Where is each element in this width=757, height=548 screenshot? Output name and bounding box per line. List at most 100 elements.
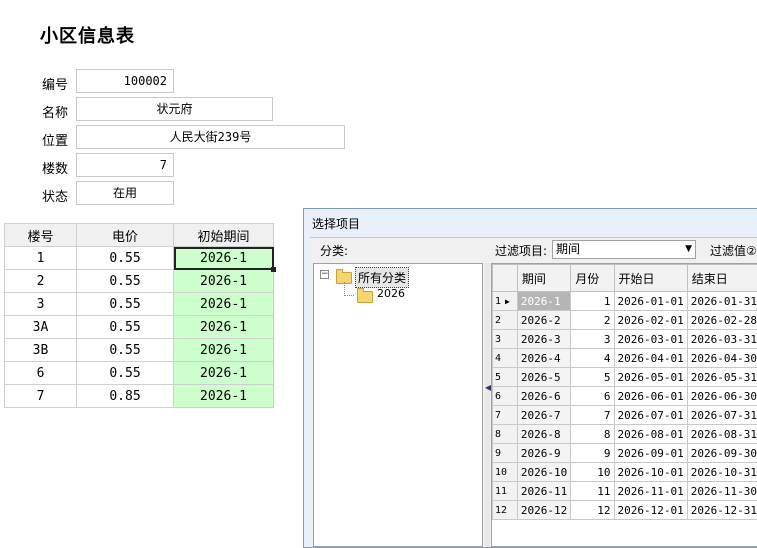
cell-price[interactable]: 0.55 xyxy=(77,362,174,385)
table-row[interactable]: 6 0.55 2026-1 xyxy=(5,362,274,385)
cell-end-date[interactable]: 2026-11-30 xyxy=(687,482,757,501)
table-row[interactable]: 2 0.55 2026-1 xyxy=(5,270,274,293)
cell-building-no[interactable]: 7 xyxy=(5,385,77,408)
table-row[interactable]: 8 2026-8 8 2026-08-01 2026-08-31 xyxy=(493,425,757,444)
table-row[interactable]: 9 2026-9 9 2026-09-01 2026-09-30 xyxy=(493,444,757,463)
cell-price[interactable]: 0.85 xyxy=(77,385,174,408)
cell-end-date[interactable]: 2026-09-30 xyxy=(687,444,757,463)
cell-start-date[interactable]: 2026-11-01 xyxy=(614,482,687,501)
cell-price[interactable]: 0.55 xyxy=(77,316,174,339)
table-row[interactable]: 1▶ 2026-1 1 2026-01-01 2026-01-31 xyxy=(493,292,757,311)
table-row[interactable]: 4 2026-4 4 2026-04-01 2026-04-30 xyxy=(493,349,757,368)
cell-end-date[interactable]: 2026-01-31 xyxy=(687,292,757,311)
cell-start-date[interactable]: 2026-05-01 xyxy=(614,368,687,387)
cell-building-no[interactable]: 1 xyxy=(5,247,77,270)
cell-period[interactable]: 2026-6 xyxy=(517,387,570,406)
table-row[interactable]: 6 2026-6 6 2026-06-01 2026-06-30 xyxy=(493,387,757,406)
cell-price[interactable]: 0.55 xyxy=(77,270,174,293)
tree-node-2026[interactable]: 2026 xyxy=(377,287,405,300)
number-field[interactable]: 100002 xyxy=(76,69,174,93)
cell-building-no[interactable]: 3A xyxy=(5,316,77,339)
cell-start-date[interactable]: 2026-08-01 xyxy=(614,425,687,444)
cell-building-no[interactable]: 3B xyxy=(5,339,77,362)
cell-initial-period[interactable]: 2026-1 xyxy=(174,247,274,270)
cell-price[interactable]: 0.55 xyxy=(77,247,174,270)
cell-end-date[interactable]: 2026-04-30 xyxy=(687,349,757,368)
cell-start-date[interactable]: 2026-02-01 xyxy=(614,311,687,330)
col-header-price[interactable]: 电价 xyxy=(77,224,174,247)
cell-initial-period[interactable]: 2026-1 xyxy=(174,385,274,408)
col-header-building-no[interactable]: 楼号 xyxy=(5,224,77,247)
cell-month[interactable]: 11 xyxy=(571,482,614,501)
cell-start-date[interactable]: 2026-10-01 xyxy=(614,463,687,482)
cell-period[interactable]: 2026-5 xyxy=(517,368,570,387)
cell-period[interactable]: 2026-10 xyxy=(517,463,570,482)
cell-end-date[interactable]: 2026-07-31 xyxy=(687,406,757,425)
cell-building-no[interactable]: 6 xyxy=(5,362,77,385)
table-row[interactable]: 7 0.85 2026-1 xyxy=(5,385,274,408)
cell-month[interactable]: 8 xyxy=(571,425,614,444)
cell-month[interactable]: 10 xyxy=(571,463,614,482)
cell-start-date[interactable]: 2026-03-01 xyxy=(614,330,687,349)
location-field[interactable]: 人民大街239号 xyxy=(76,125,345,149)
cell-initial-period[interactable]: 2026-1 xyxy=(174,270,274,293)
cell-start-date[interactable]: 2026-09-01 xyxy=(614,444,687,463)
cell-period[interactable]: 2026-1 xyxy=(517,292,570,311)
cell-initial-period[interactable]: 2026-1 xyxy=(174,339,274,362)
col-header-month[interactable]: 月份 xyxy=(571,265,614,292)
filter-item-dropdown[interactable]: 期间 ▼ xyxy=(552,240,696,259)
col-header-start-date[interactable]: 开始日 xyxy=(614,265,687,292)
cell-start-date[interactable]: 2026-12-01 xyxy=(614,501,687,520)
cell-end-date[interactable]: 2026-12-31 xyxy=(687,501,757,520)
name-field[interactable]: 状元府 xyxy=(76,97,273,121)
table-row[interactable]: 3 2026-3 3 2026-03-01 2026-03-31 xyxy=(493,330,757,349)
cell-building-no[interactable]: 3 xyxy=(5,293,77,316)
cell-month[interactable]: 12 xyxy=(571,501,614,520)
cell-end-date[interactable]: 2026-10-31 xyxy=(687,463,757,482)
cell-month[interactable]: 3 xyxy=(571,330,614,349)
cell-price[interactable]: 0.55 xyxy=(77,293,174,316)
table-row[interactable]: 3 0.55 2026-1 xyxy=(5,293,274,316)
table-row[interactable]: 7 2026-7 7 2026-07-01 2026-07-31 xyxy=(493,406,757,425)
table-row[interactable]: 2 2026-2 2 2026-02-01 2026-02-28 xyxy=(493,311,757,330)
cell-building-no[interactable]: 2 xyxy=(5,270,77,293)
cell-end-date[interactable]: 2026-08-31 xyxy=(687,425,757,444)
cell-initial-period[interactable]: 2026-1 xyxy=(174,362,274,385)
table-row[interactable]: 10 2026-10 10 2026-10-01 2026-10-31 xyxy=(493,463,757,482)
cell-period[interactable]: 2026-12 xyxy=(517,501,570,520)
cell-month[interactable]: 4 xyxy=(571,349,614,368)
cell-period[interactable]: 2026-4 xyxy=(517,349,570,368)
cell-start-date[interactable]: 2026-01-01 xyxy=(614,292,687,311)
cell-end-date[interactable]: 2026-06-30 xyxy=(687,387,757,406)
building-count-field[interactable]: 7 xyxy=(76,153,174,177)
table-row[interactable]: 1 0.55 2026-1 xyxy=(5,247,274,270)
cell-period[interactable]: 2026-8 xyxy=(517,425,570,444)
cell-period[interactable]: 2026-3 xyxy=(517,330,570,349)
cell-period[interactable]: 2026-7 xyxy=(517,406,570,425)
status-field[interactable]: 在用 xyxy=(76,181,174,205)
table-row[interactable]: 12 2026-12 12 2026-12-01 2026-12-31 xyxy=(493,501,757,520)
collapse-icon[interactable]: − xyxy=(320,270,329,279)
cell-month[interactable]: 2 xyxy=(571,311,614,330)
cell-month[interactable]: 5 xyxy=(571,368,614,387)
col-header-end-date[interactable]: 结束日 xyxy=(687,265,757,292)
pane-splitter[interactable]: ◀ xyxy=(485,263,490,547)
cell-price[interactable]: 0.55 xyxy=(77,339,174,362)
cell-month[interactable]: 9 xyxy=(571,444,614,463)
table-row[interactable]: 11 2026-11 11 2026-11-01 2026-11-30 xyxy=(493,482,757,501)
cell-start-date[interactable]: 2026-06-01 xyxy=(614,387,687,406)
cell-start-date[interactable]: 2026-04-01 xyxy=(614,349,687,368)
col-header-period[interactable]: 期间 xyxy=(517,265,570,292)
chevron-down-icon[interactable]: ▼ xyxy=(685,241,692,258)
cell-initial-period[interactable]: 2026-1 xyxy=(174,316,274,339)
cell-initial-period[interactable]: 2026-1 xyxy=(174,293,274,316)
table-row[interactable]: 5 2026-5 5 2026-05-01 2026-05-31 xyxy=(493,368,757,387)
cell-end-date[interactable]: 2026-05-31 xyxy=(687,368,757,387)
cell-month[interactable]: 1 xyxy=(571,292,614,311)
cell-end-date[interactable]: 2026-03-31 xyxy=(687,330,757,349)
tree-node-all-categories[interactable]: 所有分类 xyxy=(355,267,409,288)
cell-end-date[interactable]: 2026-02-28 xyxy=(687,311,757,330)
cell-period[interactable]: 2026-11 xyxy=(517,482,570,501)
col-header-initial-period[interactable]: 初始期间 xyxy=(174,224,274,247)
cell-month[interactable]: 7 xyxy=(571,406,614,425)
